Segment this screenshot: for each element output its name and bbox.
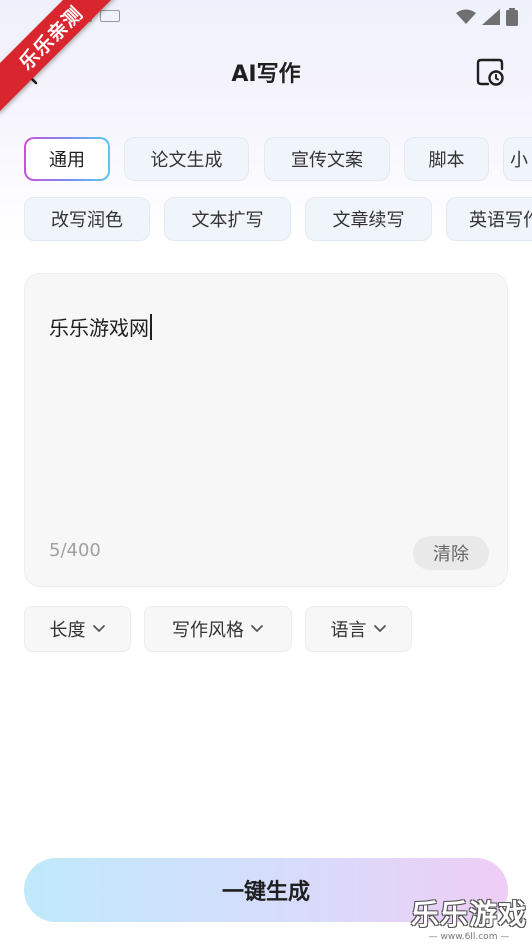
input-text-wrap: 乐乐游戏网	[49, 312, 152, 341]
category-tag-english[interactable]: 英语写作	[446, 197, 532, 241]
input-text: 乐乐游戏网	[49, 316, 149, 340]
history-icon	[476, 58, 504, 86]
nav-bar: AI写作	[0, 44, 532, 100]
category-tag-general[interactable]: 通用	[24, 137, 110, 181]
char-count: 5/400	[49, 540, 101, 561]
category-tag-rewrite[interactable]: 改写润色	[24, 197, 150, 241]
category-tag-promo-copy[interactable]: 宣传文案	[264, 137, 390, 181]
chevron-down-icon	[92, 625, 105, 633]
language-dropdown[interactable]: 语言	[305, 606, 412, 652]
text-input-area[interactable]: 乐乐游戏网 5/400 清除	[24, 273, 508, 587]
watermark-main: 乐乐游戏	[410, 898, 527, 931]
text-caret	[150, 314, 152, 340]
category-row-1: 通用 论文生成 宣传文案 脚本 小	[0, 137, 532, 183]
category-tag-paper[interactable]: 论文生成	[124, 137, 249, 181]
watermark-url: — www.6ll.com —	[428, 932, 510, 942]
wifi-icon	[456, 9, 476, 24]
category-tag-continue[interactable]: 文章续写	[305, 197, 432, 241]
category-tag-script[interactable]: 脚本	[404, 137, 489, 181]
style-dropdown[interactable]: 写作风格	[144, 606, 292, 652]
category-row-2: 改写润色 文本扩写 文章续写 英语写作	[0, 197, 532, 243]
keyboard-icon	[100, 10, 120, 22]
language-label: 语言	[330, 620, 367, 641]
watermark: 乐乐游戏 — www.6ll.com —	[410, 898, 528, 944]
length-label: 长度	[49, 620, 86, 641]
page-title: AI写作	[231, 62, 301, 87]
status-system-icons	[456, 8, 518, 26]
length-dropdown[interactable]: 长度	[24, 606, 131, 652]
chevron-down-icon	[251, 625, 263, 633]
category-tag-expand[interactable]: 文本扩写	[164, 197, 291, 241]
style-label: 写作风格	[172, 620, 244, 641]
chevron-down-icon	[373, 625, 386, 633]
signal-icon	[482, 9, 500, 25]
clear-button[interactable]: 清除	[413, 536, 489, 570]
option-row: 长度 写作风格 语言	[0, 606, 532, 654]
history-button[interactable]	[474, 56, 506, 88]
category-tag-more[interactable]: 小	[503, 137, 532, 181]
battery-icon	[506, 8, 518, 26]
